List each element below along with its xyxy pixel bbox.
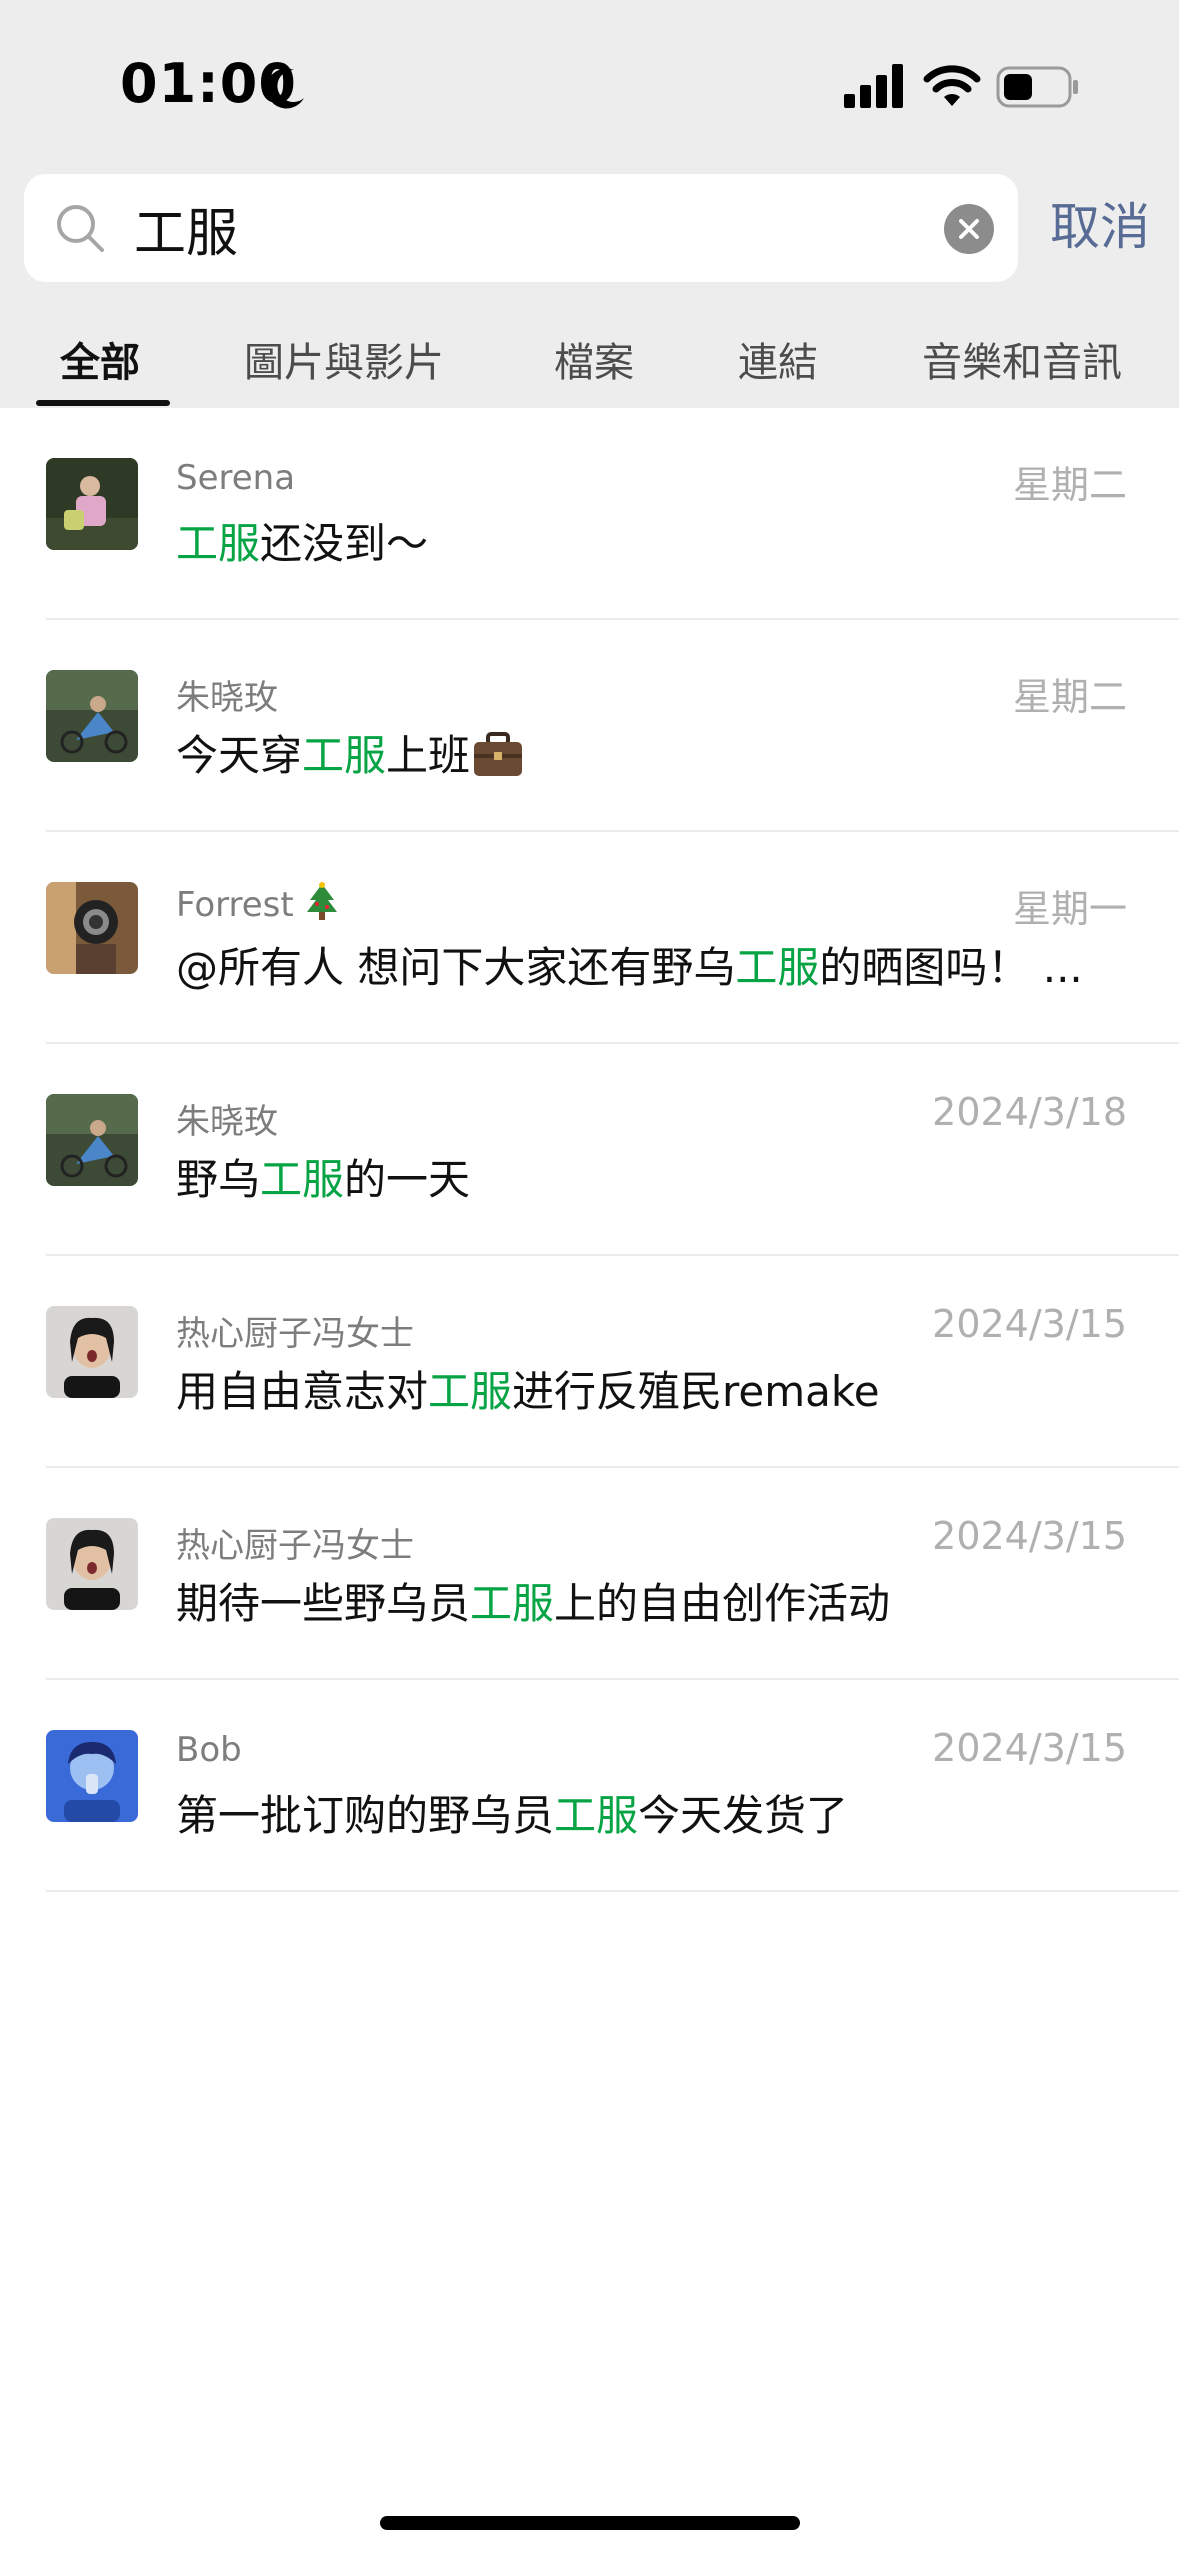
sender-name: Forrest [176,882,340,925]
avatar [46,882,138,974]
avatar [46,670,138,762]
message-snippet: 期待一些野乌员工服上的自由创作活动 [176,1579,891,1628]
tab-photos-videos[interactable]: 圖片與影片 [244,330,444,388]
result-row[interactable]: Serena 星期二 工服还没到～ [0,408,1179,620]
cellular-signal-icon [844,64,903,108]
keyword-highlight: 工服 [554,1791,639,1840]
sender-name: Serena [176,458,296,498]
active-tab-indicator [36,400,170,406]
search-icon [57,205,104,252]
avatar [46,1306,138,1398]
search-input[interactable] [134,174,934,282]
result-row[interactable]: 热心厨子冯女士 2024/3/15 用自由意志对工服进行反殖民remake [0,1256,1179,1468]
home-indicator[interactable] [380,2516,800,2530]
message-date: 星期二 [1012,463,1127,507]
message-date: 星期二 [1012,675,1127,719]
avatar [46,458,138,550]
keyword-highlight: 工服 [735,943,820,992]
search-box[interactable] [24,174,1018,282]
keyword-highlight: 工服 [428,1367,513,1416]
message-snippet: 野乌工服的一天 [176,1155,471,1204]
sender-name: 热心厨子冯女士 [176,1526,414,1566]
message-date: 2024/3/18 [932,1090,1127,1134]
cancel-button[interactable]: 取消 [1050,192,1150,262]
result-row[interactable]: 热心厨子冯女士 2024/3/15 期待一些野乌员工服上的自由创作活动 [0,1468,1179,1680]
tab-music-audio[interactable]: 音樂和音訊 [922,330,1122,388]
result-row[interactable]: 朱晓玫 2024/3/18 野乌工服的一天 [0,1044,1179,1256]
keyword-highlight: 工服 [302,731,387,780]
tab-links[interactable]: 連結 [738,330,818,388]
message-snippet: 工服还没到～ [176,519,429,568]
tab-files[interactable]: 檔案 [554,330,634,388]
search-results: Serena 星期二 工服还没到～ 朱晓玫 星期二 今天穿工服上班 Forres… [0,408,1179,1892]
message-date: 2024/3/15 [932,1302,1127,1346]
message-snippet: 今天穿工服上班 [176,722,524,783]
sender-name: Bob [176,1730,242,1770]
result-row[interactable]: 朱晓玫 星期二 今天穿工服上班 [0,620,1179,832]
keyword-highlight: 工服 [470,1579,555,1628]
keyword-highlight: 工服 [260,1155,345,1204]
sender-name: 朱晓玫 [176,678,278,718]
message-date: 星期一 [1012,887,1127,931]
avatar [46,1094,138,1186]
result-row[interactable]: Forrest 星期一 @所有人 想问下大家还有野乌工服的晒图吗！ ... [0,832,1179,1044]
avatar [46,1518,138,1610]
message-date: 2024/3/15 [932,1726,1127,1770]
tab-all[interactable]: 全部 [60,330,140,388]
sender-name: 朱晓玫 [176,1102,278,1142]
message-snippet: 用自由意志对工服进行反殖民remake [176,1367,880,1416]
christmas-tree-icon [306,882,337,920]
sender-name: 热心厨子冯女士 [176,1314,414,1354]
wifi-icon [923,65,981,106]
battery-icon [996,66,1078,108]
avatar [46,1730,138,1822]
keyword-highlight: 工服 [176,519,261,568]
message-snippet: @所有人 想问下大家还有野乌工服的晒图吗！ ... [176,943,1083,992]
result-row[interactable]: Bob 2024/3/15 第一批订购的野乌员工服今天发货了 [0,1680,1179,1892]
moon-icon [266,68,304,109]
clear-search-icon[interactable] [944,204,994,254]
message-snippet: 第一批订购的野乌员工服今天发货了 [176,1791,849,1840]
divider [46,1890,1179,1892]
filter-tabs: 全部 圖片與影片 檔案 連結 音樂和音訊 [0,322,1179,408]
message-date: 2024/3/15 [932,1514,1127,1558]
briefcase-icon [474,732,523,776]
